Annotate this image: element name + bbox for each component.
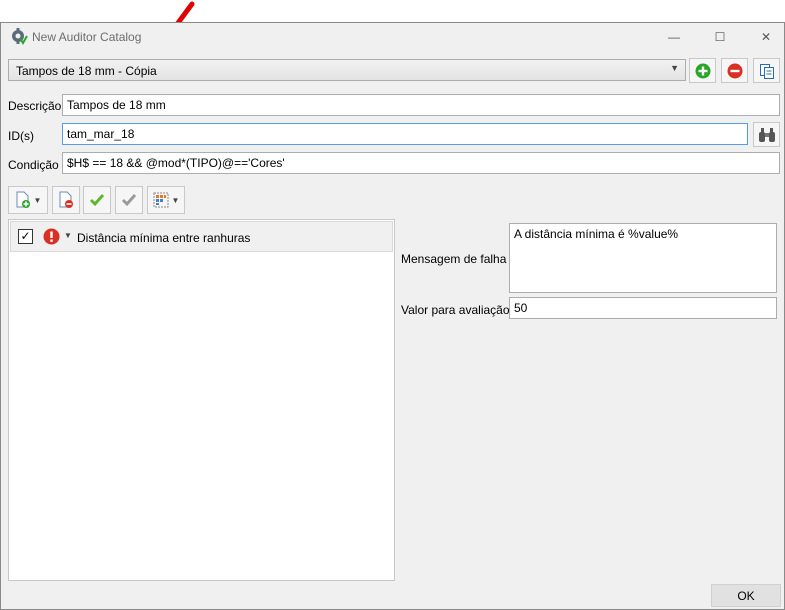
- new-document-icon: [16, 191, 30, 208]
- auditor-catalog-window: New Auditor Catalog — ☐ ✕ Tampos de 18 m…: [0, 22, 785, 610]
- gray-check-icon: [121, 194, 137, 207]
- search-ids-button[interactable]: [753, 122, 780, 147]
- disable-rule-button[interactable]: [115, 186, 143, 214]
- condicao-label: Condição: [8, 158, 59, 172]
- add-rule-button[interactable]: ▼: [8, 186, 48, 214]
- ok-button[interactable]: OK: [711, 584, 781, 607]
- duplicate-catalog-button[interactable]: [753, 58, 780, 83]
- title-bar: New Auditor Catalog — ☐ ✕: [1, 23, 784, 51]
- add-catalog-button[interactable]: [689, 58, 716, 83]
- minimize-button[interactable]: —: [651, 23, 697, 51]
- severity-dropdown-icon[interactable]: ▼: [64, 231, 72, 240]
- ids-field[interactable]: tam_mar_18: [62, 123, 748, 145]
- dropdown-arrow-icon: ▼: [171, 195, 180, 205]
- app-gear-icon: [12, 28, 28, 45]
- delete-document-icon: [59, 191, 73, 208]
- mensagem-field[interactable]: A distância mínima é %value%: [509, 223, 777, 293]
- green-check-icon: [89, 194, 105, 207]
- select-options-button[interactable]: ▼: [147, 186, 185, 214]
- rule-checkbox[interactable]: ✓: [18, 229, 33, 244]
- rules-list: ✓ ▼ Distância mínima entre ranhuras: [8, 219, 395, 581]
- dropdown-arrow-icon: ▼: [33, 195, 42, 205]
- binoculars-icon: [758, 127, 775, 142]
- enable-rule-button[interactable]: [83, 186, 111, 214]
- delete-rule-button[interactable]: [52, 186, 80, 214]
- catalog-select-value: Tampos de 18 mm - Cópia: [16, 64, 157, 78]
- window-title: New Auditor Catalog: [32, 30, 142, 44]
- error-severity-icon: [43, 228, 60, 245]
- minus-circle-icon: [727, 63, 742, 78]
- rule-label: Distância mínima entre ranhuras: [77, 231, 251, 245]
- close-button[interactable]: ✕: [743, 23, 785, 51]
- list-item[interactable]: ✓ ▼ Distância mínima entre ranhuras: [10, 221, 393, 252]
- valor-field[interactable]: 50: [509, 297, 777, 319]
- plus-circle-icon: [695, 63, 710, 78]
- remove-catalog-button[interactable]: [721, 58, 748, 83]
- mensagem-label: Mensagem de falha: [401, 252, 507, 266]
- chevron-down-icon: ▼: [670, 63, 679, 73]
- condicao-field[interactable]: $H$ == 18 && @mod*(TIPO)@=='Cores': [62, 152, 780, 174]
- descricao-field[interactable]: Tampos de 18 mm: [62, 94, 780, 116]
- grid-select-icon: [153, 192, 169, 208]
- catalog-select[interactable]: Tampos de 18 mm - Cópia ▼: [8, 59, 686, 81]
- ids-label: ID(s): [8, 129, 34, 143]
- valor-label: Valor para avaliação: [401, 303, 510, 317]
- descricao-label: Descrição: [8, 99, 62, 113]
- copy-icon: [759, 63, 774, 79]
- maximize-button[interactable]: ☐: [697, 23, 743, 51]
